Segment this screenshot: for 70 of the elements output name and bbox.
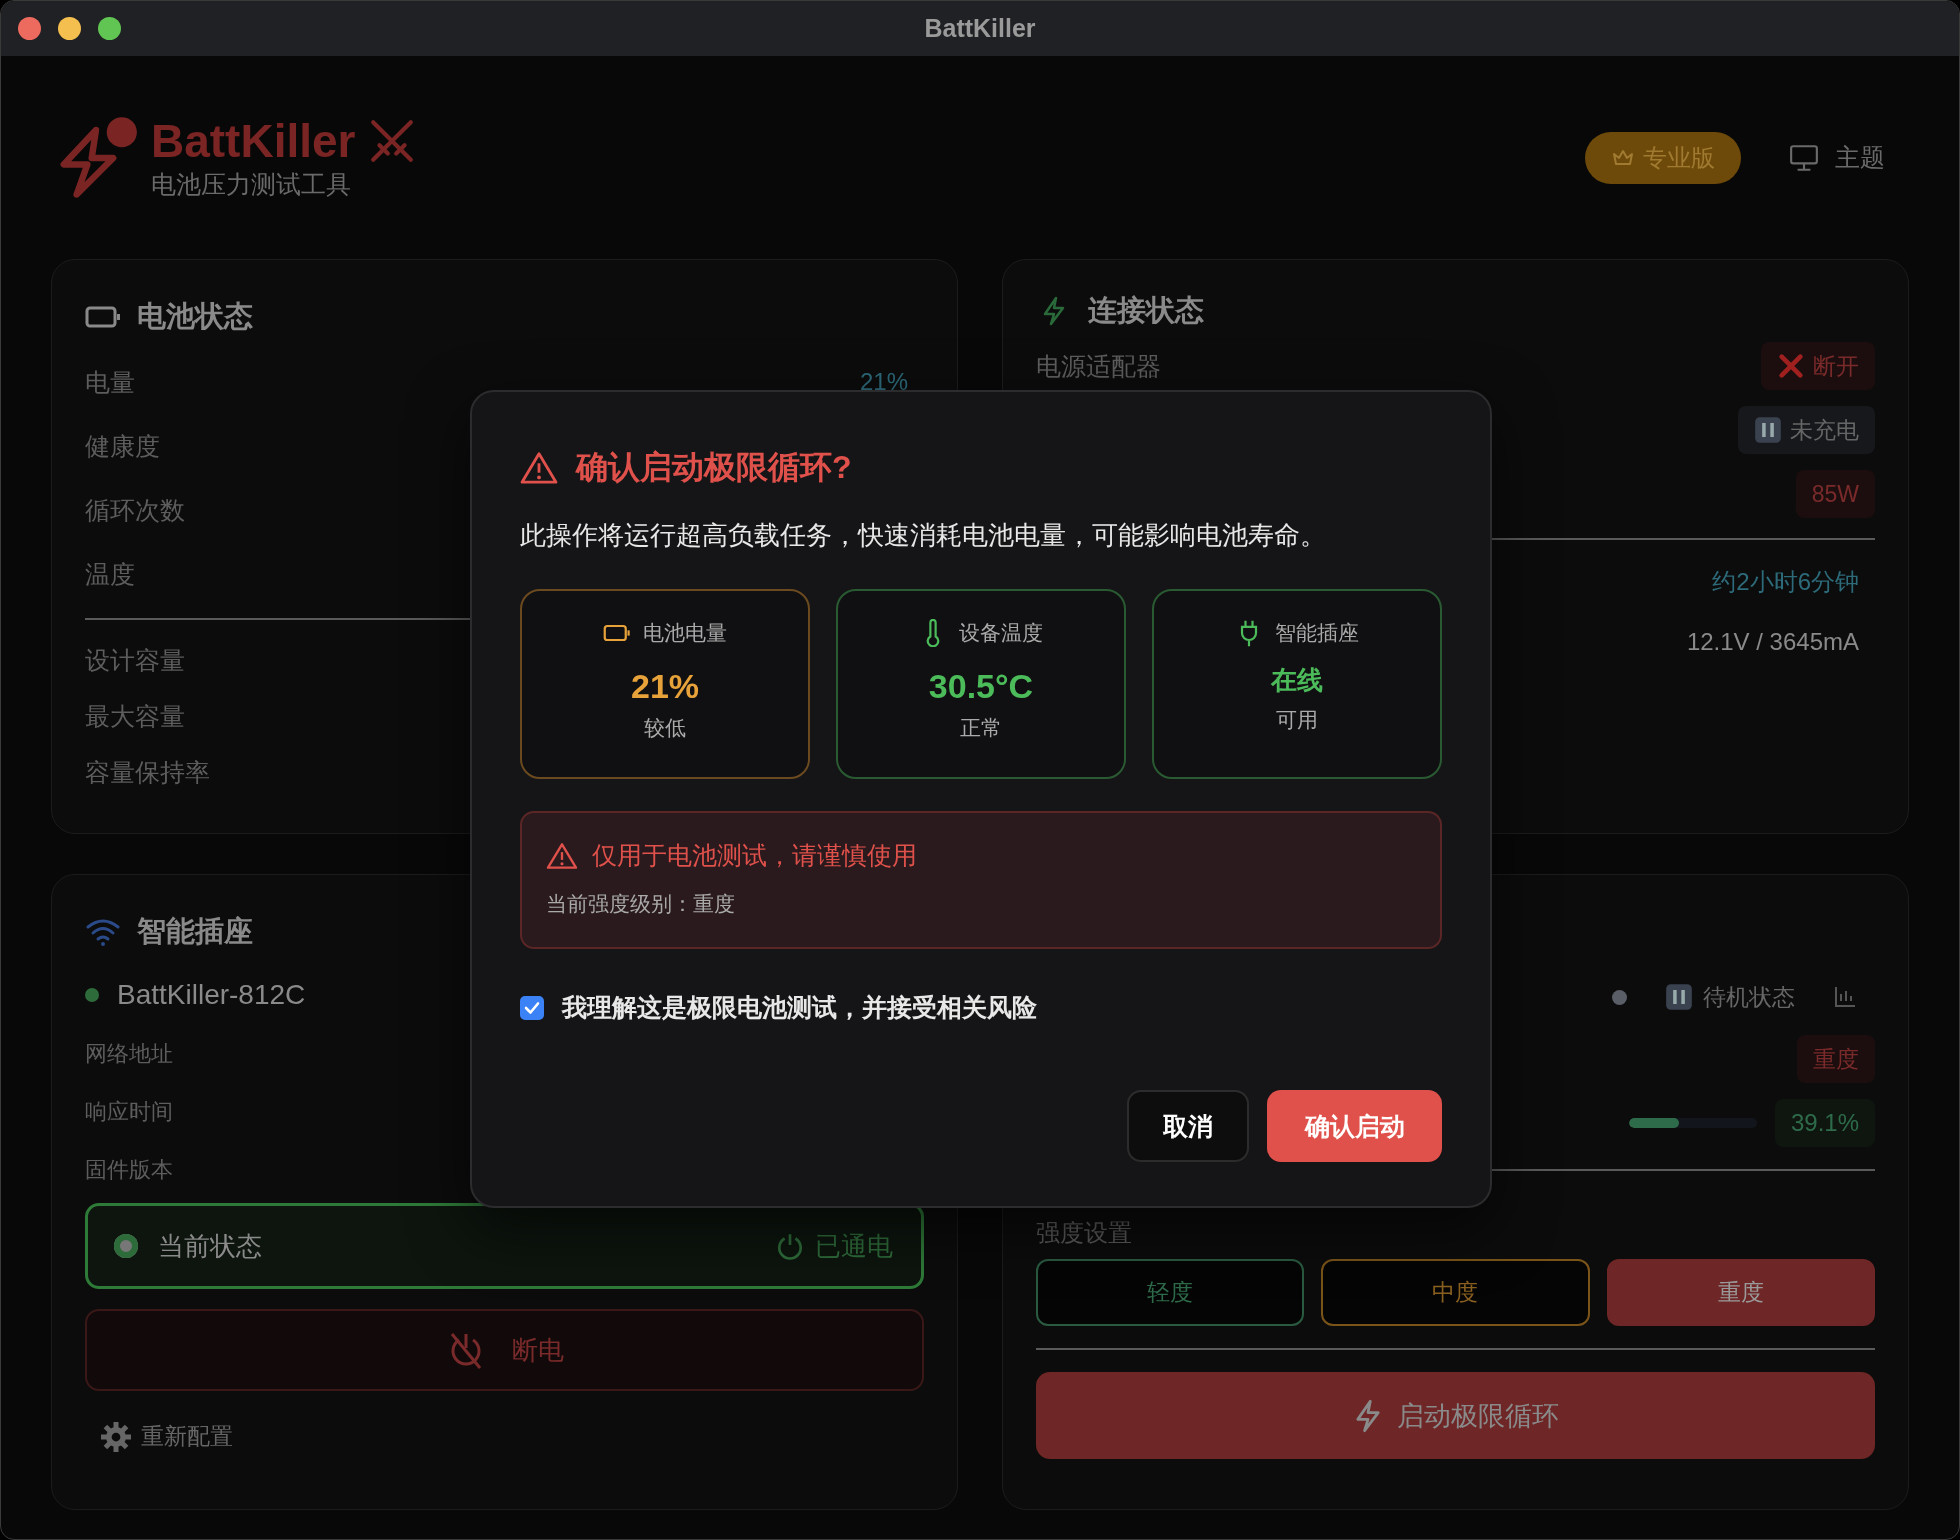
pause-icon	[1665, 983, 1693, 1011]
intensity-badge: 重度	[1797, 1035, 1875, 1083]
row-label: 温度	[85, 558, 135, 590]
consent-checkbox[interactable]	[520, 995, 544, 1020]
stat-note: 较低	[644, 715, 686, 741]
app-name: BattKiller	[151, 114, 356, 168]
monitor-icon	[1789, 142, 1819, 173]
stat-label: 电池电量	[643, 620, 727, 646]
intensity-option[interactable]: 中度	[1321, 1259, 1590, 1326]
status-dot	[1612, 989, 1627, 1005]
zoom-button[interactable]	[98, 17, 121, 40]
stat-note: 可用	[1276, 707, 1318, 733]
progress-reading: 39.1%	[1774, 1099, 1875, 1147]
reconfigure-link[interactable]: 重新配置	[101, 1421, 233, 1452]
row-label: 最大容量	[85, 700, 185, 732]
row-label: 容量保持率	[85, 756, 210, 788]
stat-note: 正常	[960, 715, 1002, 741]
status-badge: 断开	[1761, 342, 1875, 390]
status-indicator-icon	[114, 1234, 138, 1258]
status-badge: 85W	[1795, 470, 1875, 518]
intensity-option[interactable]: 轻度	[1036, 1259, 1305, 1326]
app-subtitle: 电池压力测试工具	[151, 169, 352, 200]
card-title: 连接状态	[1088, 293, 1204, 328]
row-label: 网络地址	[85, 1040, 173, 1068]
cancel-button[interactable]: 取消	[1127, 1090, 1249, 1162]
warning-icon	[546, 841, 578, 870]
theme-button[interactable]: 主题	[1789, 141, 1885, 174]
state-label: 当前状态	[158, 1229, 263, 1263]
stat-label: 设备温度	[959, 620, 1043, 646]
power-off-button[interactable]: 断电	[85, 1309, 924, 1391]
cross-icon	[1777, 352, 1805, 380]
power-icon	[775, 1231, 805, 1261]
bar-chart-icon[interactable]	[1833, 985, 1857, 1009]
wifi-icon	[85, 917, 121, 947]
dialog-title: 确认启动极限循环?	[576, 448, 852, 487]
row-value: 21%	[859, 368, 908, 396]
section-label: 强度设置	[1036, 1218, 1133, 1248]
row-label: 循环次数	[85, 494, 185, 526]
dialog-message: 此操作将运行超高负载任务，快速消耗电池电量，可能影响电池寿命。	[520, 520, 1327, 551]
stat-value: 30.5°C	[928, 667, 1034, 706]
gear-icon	[101, 1421, 131, 1452]
test-status: 待机状态	[1665, 981, 1795, 1013]
intensity-option[interactable]: 重度	[1606, 1259, 1875, 1326]
close-button[interactable]	[18, 17, 41, 40]
row-value: 约2小时6分钟	[1712, 567, 1859, 597]
row-label: 健康度	[85, 430, 160, 462]
row-label: 电量	[85, 366, 135, 398]
pause-icon	[1754, 416, 1782, 444]
start-cycle-button[interactable]: 启动极限循环	[1036, 1372, 1875, 1459]
row-label: 电源适配器	[1036, 350, 1161, 382]
row-value: 12.1V / 3645mA	[1686, 628, 1859, 656]
crossed-swords-icon	[369, 118, 416, 164]
card-title: 电池状态	[137, 299, 253, 334]
warning-title: 仅用于电池测试，请谨慎使用	[592, 840, 917, 871]
row-label: 固件版本	[85, 1156, 173, 1184]
status-badge: 未充电	[1738, 406, 1875, 454]
warning-detail: 当前强度级别：重度	[546, 891, 736, 917]
stat-value: 在线	[1271, 664, 1323, 697]
card-title: 智能插座	[137, 914, 253, 949]
row-label: 设计容量	[85, 644, 185, 676]
device-name: BattKiller-812C	[117, 979, 306, 1011]
stat-value: 21%	[630, 667, 700, 706]
state-value: 已通电	[775, 1228, 893, 1264]
warning-icon	[520, 451, 558, 485]
window-title: BattKiller	[924, 14, 1036, 43]
row-label: 响应时间	[85, 1098, 173, 1126]
consent-label: 我理解这是极限电池测试，并接受相关风险	[562, 992, 1037, 1023]
minimize-button[interactable]	[58, 17, 81, 40]
stat-label: 智能插座	[1275, 620, 1359, 646]
confirm-button[interactable]: 确认启动	[1267, 1090, 1442, 1162]
